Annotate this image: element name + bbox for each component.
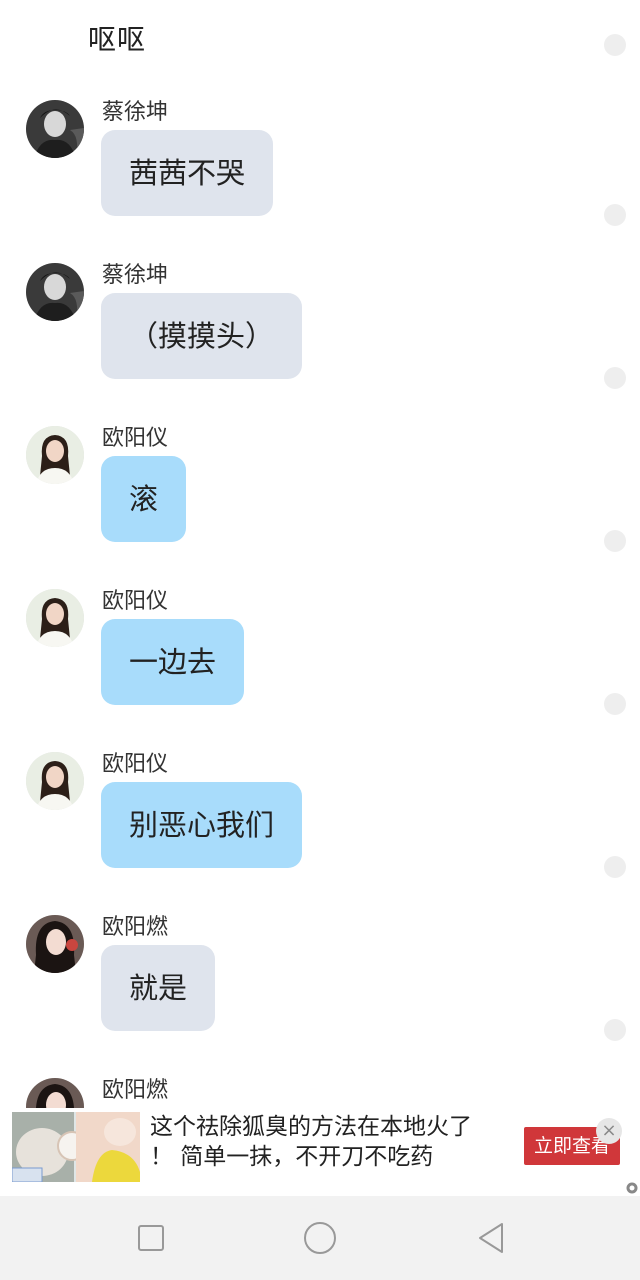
chat-message: 欧阳仪 一边去 (0, 589, 600, 739)
female-avatar[interactable] (26, 426, 84, 484)
sender-name: 蔡徐坤 (102, 100, 169, 125)
ad-text-line2: ！ 简单一抹，不开刀不吃药 (150, 1144, 434, 1170)
sender-name: 欧阳燃 (102, 1078, 169, 1103)
ad-banner[interactable]: 这个祛除狐臭的方法在本地火了 ！ 简单一抹，不开刀不吃药 立即查看 × (0, 1108, 640, 1196)
navigation-bar (0, 1196, 640, 1280)
female-avatar[interactable] (26, 915, 84, 973)
side-dot (604, 367, 626, 389)
side-dot (604, 34, 626, 56)
chat-message: 欧阳燃 就是 (0, 915, 600, 1065)
message-bubble[interactable]: 一边去 (101, 619, 245, 705)
chat-message: 欧阳仪 别恶心我们 (0, 752, 600, 902)
back-triangle-icon[interactable] (472, 1218, 512, 1258)
sender-name: 欧阳仪 (102, 426, 169, 451)
message-bubble[interactable]: （摸摸头） (101, 293, 303, 379)
chat-message: 欧阳仪 滚 (0, 426, 600, 576)
ad-mark-icon (626, 1182, 638, 1194)
message-bubble[interactable]: 茜茜不哭 (101, 130, 274, 216)
circle-icon[interactable] (300, 1218, 340, 1258)
side-dot (604, 856, 626, 878)
chat-message: 蔡徐坤 茜茜不哭 (0, 100, 600, 250)
male-avatar[interactable] (26, 100, 84, 158)
side-dot (604, 204, 626, 226)
female-avatar[interactable] (26, 589, 84, 647)
side-dot (604, 530, 626, 552)
sender-name: 欧阳燃 (102, 915, 169, 940)
ad-text[interactable]: 这个祛除狐臭的方法在本地火了 ！ 简单一抹，不开刀不吃药 (150, 1112, 510, 1172)
side-dot (604, 1019, 626, 1041)
female-avatar[interactable] (26, 752, 84, 810)
top-text: 呕呕 (88, 23, 147, 56)
side-dot (604, 693, 626, 715)
chat-message: 蔡徐坤 （摸摸头） (0, 263, 600, 413)
message-bubble[interactable]: 就是 (101, 945, 216, 1031)
ad-image[interactable] (12, 1112, 140, 1182)
male-avatar[interactable] (26, 263, 84, 321)
close-icon[interactable]: × (596, 1118, 622, 1144)
message-bubble[interactable]: 别恶心我们 (101, 782, 303, 868)
sender-name: 蔡徐坤 (102, 263, 169, 288)
sender-name: 欧阳仪 (102, 589, 169, 614)
square-icon[interactable] (131, 1218, 171, 1258)
message-bubble[interactable]: 滚 (101, 456, 187, 542)
sender-name: 欧阳仪 (102, 752, 169, 777)
ad-text-line1: 这个祛除狐臭的方法在本地火了 (150, 1114, 472, 1140)
